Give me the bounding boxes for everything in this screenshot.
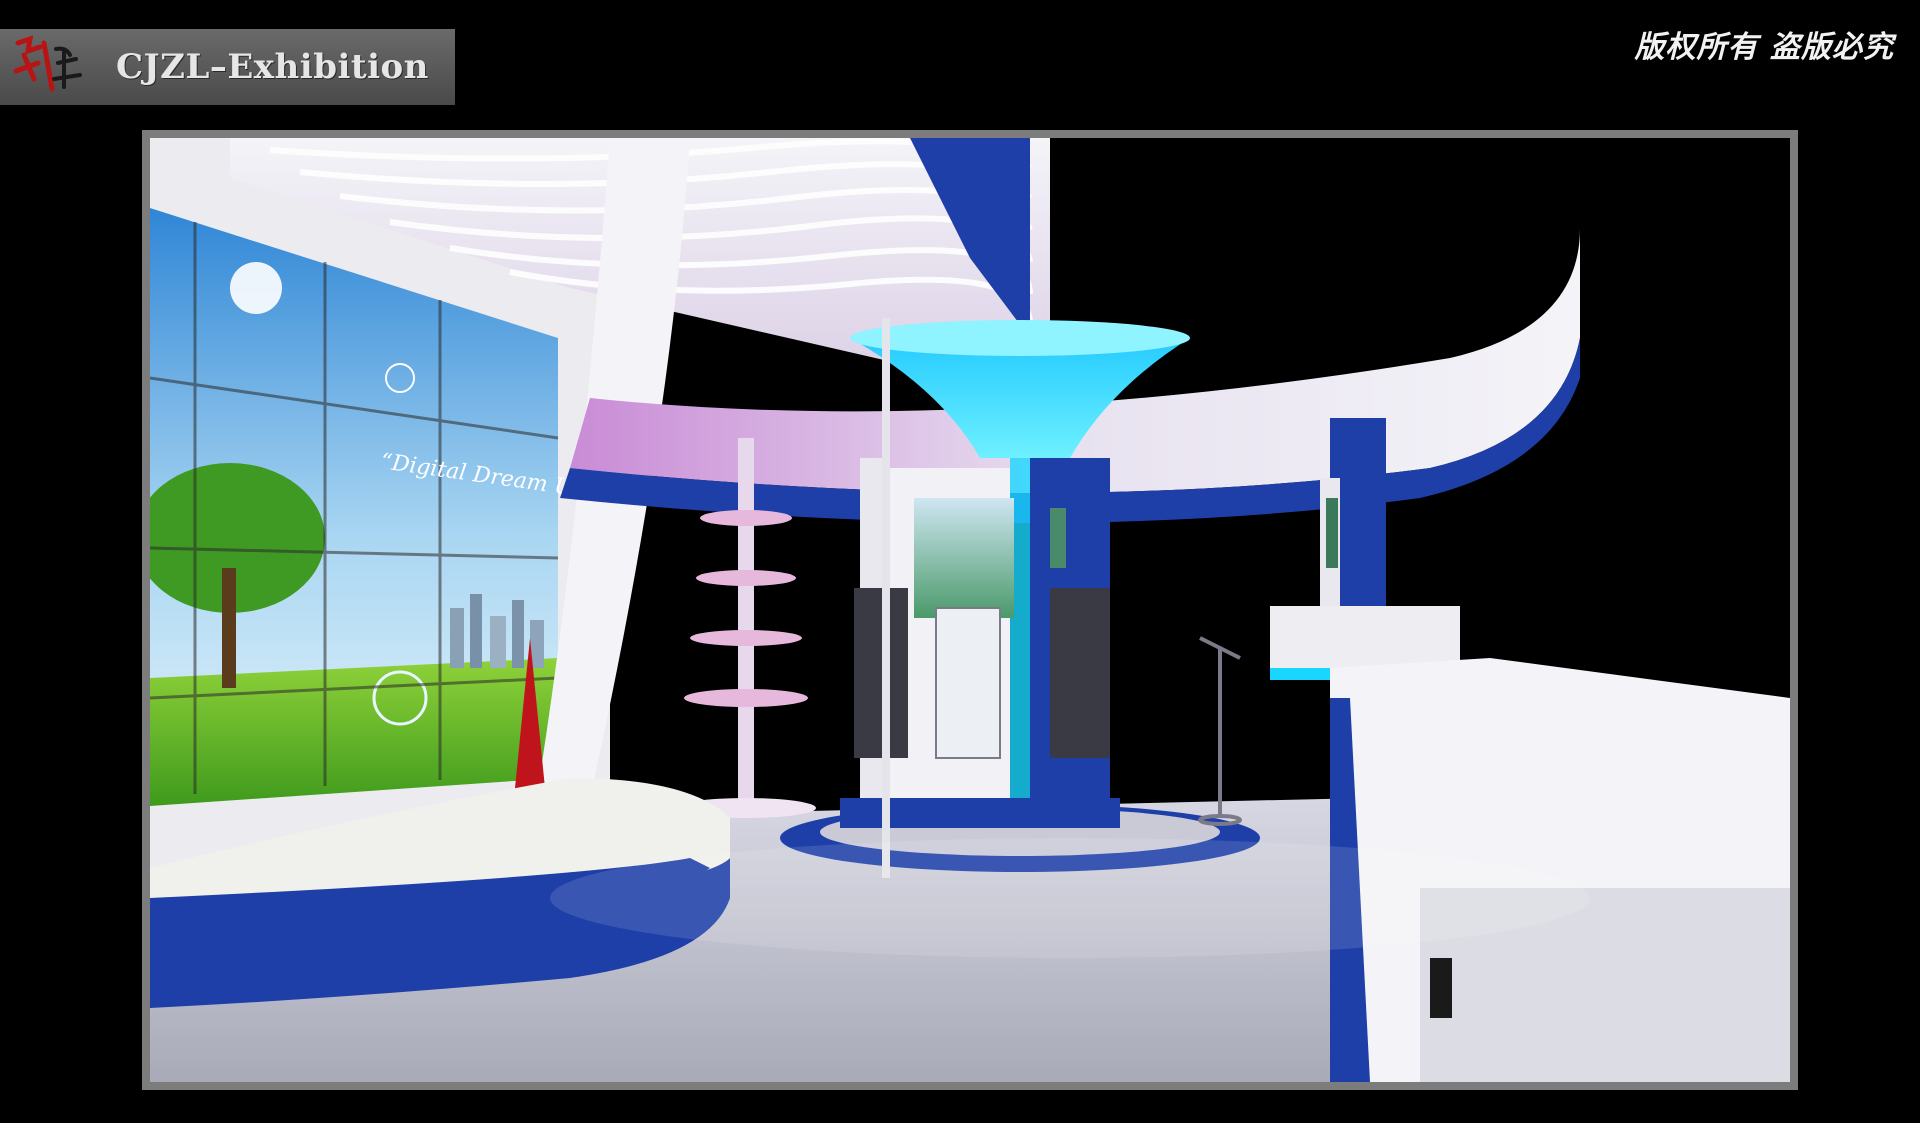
copyright-notice: 版权所有 盗版必究 <box>1634 30 1894 65</box>
bottom-strip <box>0 1108 1920 1123</box>
exhibition-render: “Digital Dream Utopia” <box>142 130 1798 1090</box>
logo-calligraphy-icon <box>0 29 90 105</box>
logo-text: CJZL–Exhibition <box>116 47 429 87</box>
booth-scene: “Digital Dream Utopia” <box>150 138 1790 1082</box>
logo-plate: CJZL–Exhibition <box>0 29 455 105</box>
